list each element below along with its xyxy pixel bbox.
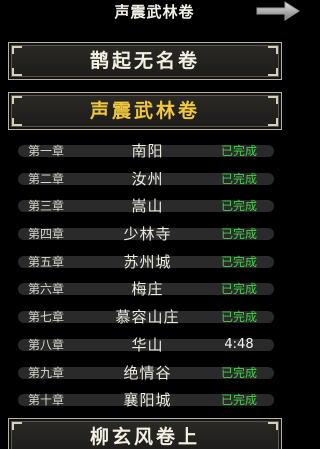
volume-button-previous[interactable]: 鹊起无名卷: [8, 42, 282, 80]
volume-button-next[interactable]: 柳玄风卷上: [8, 418, 282, 449]
chapter-number: 第七章: [28, 310, 65, 325]
chapter-row[interactable]: 第七章 慕容山庄 已完成: [0, 303, 309, 331]
volume-label: 柳玄风卷上: [89, 426, 200, 448]
chapter-number: 第二章: [28, 171, 65, 186]
chapter-status: 已完成: [220, 365, 257, 380]
chapter-row[interactable]: 第六章 梅庄 已完成: [0, 275, 309, 303]
chapter-row[interactable]: 第二章 汝州 已完成: [0, 165, 309, 193]
chapter-number: 第八章: [28, 337, 65, 352]
volume-label: 鹊起无名卷: [89, 50, 200, 72]
chapter-number: 第四章: [28, 227, 65, 242]
chapter-name: 汝州: [131, 169, 164, 188]
chapter-status: 已完成: [220, 227, 257, 242]
chapter-row[interactable]: 第十章 襄阳城 已完成: [0, 386, 309, 414]
chapter-name: 梅庄: [131, 280, 164, 299]
chapter-status: 已完成: [220, 310, 257, 325]
chapter-row[interactable]: 第五章 苏州城 已完成: [0, 248, 309, 276]
volume-label: 声震武林卷: [89, 100, 200, 122]
chapter-row[interactable]: 第九章 绝情谷 已完成: [0, 359, 309, 387]
chapter-name: 华山: [131, 335, 164, 354]
right-arrow-icon: [256, 1, 300, 21]
chapter-status: 已完成: [220, 199, 257, 214]
chapter-name: 苏州城: [123, 252, 172, 271]
chapter-number: 第九章: [28, 365, 65, 380]
chapter-list: 第一章 南阳 已完成 第二章 汝州 已完成 第三章 嵩山 已完成 第四章 少林寺…: [0, 137, 309, 414]
chapter-row[interactable]: 第一章 南阳 已完成: [0, 137, 309, 165]
chapter-row[interactable]: 第八章 华山 4:48: [0, 331, 309, 359]
chapter-number: 第六章: [28, 282, 65, 297]
chapter-number: 第十章: [28, 393, 65, 408]
forward-button[interactable]: [255, 0, 301, 22]
volume-button-current[interactable]: 声震武林卷: [8, 92, 282, 130]
chapter-name: 襄阳城: [123, 391, 172, 410]
chapter-number: 第一章: [28, 144, 65, 158]
chapter-select-screen: 声震武林卷 鹊起无名卷 声震武林卷 第一章 南阳 已完成 第二章 汝州 已完成 …: [0, 0, 309, 449]
chapter-number: 第三章: [28, 199, 65, 214]
chapter-row[interactable]: 第三章 嵩山 已完成: [0, 192, 309, 220]
chapter-name: 嵩山: [131, 197, 164, 216]
chapter-name: 绝情谷: [123, 363, 172, 382]
chapter-timer: 4:48: [224, 336, 254, 352]
chapter-status: 已完成: [220, 393, 257, 408]
chapter-name: 南阳: [131, 142, 164, 160]
chapter-status: 已完成: [220, 282, 257, 297]
chapter-status: 已完成: [220, 254, 257, 269]
chapter-name: 慕容山庄: [115, 308, 180, 327]
chapter-number: 第五章: [28, 254, 65, 269]
chapter-row[interactable]: 第四章 少林寺 已完成: [0, 220, 309, 248]
chapter-status: 已完成: [220, 171, 257, 186]
chapter-name: 少林寺: [123, 225, 172, 244]
chapter-status: 已完成: [220, 144, 257, 158]
